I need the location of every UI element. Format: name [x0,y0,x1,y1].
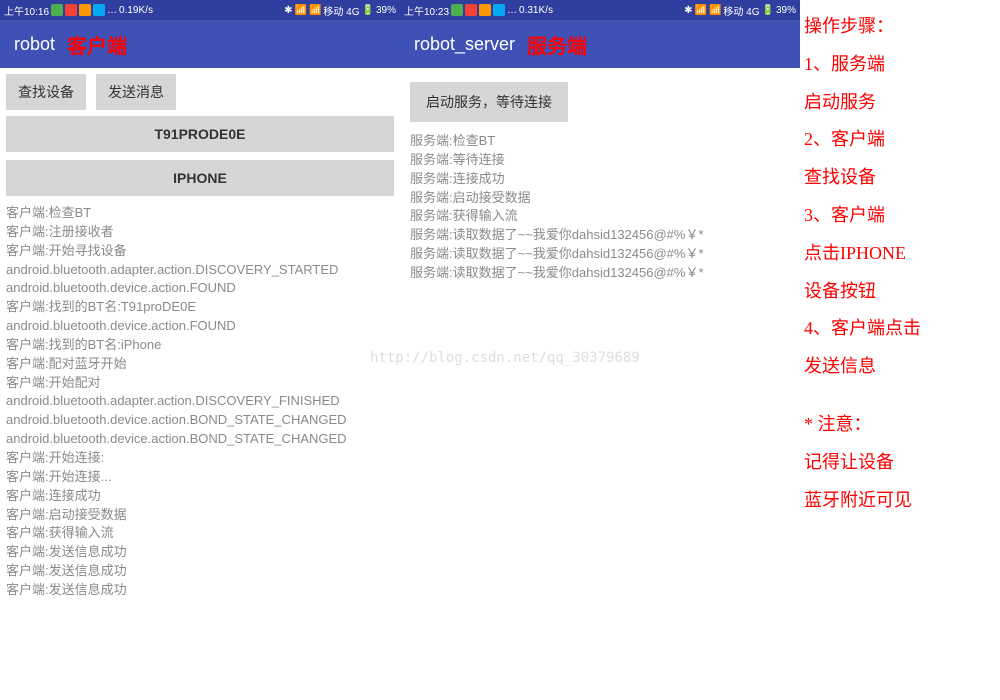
log-line: android.bluetooth.adapter.action.DISCOVE… [6,392,394,411]
log-line: 客户端:启动接受数据 [6,506,394,525]
log-line: android.bluetooth.device.action.BOND_STA… [6,411,394,430]
log-line: 服务端:连接成功 [410,170,790,189]
app-icon [79,4,91,16]
log-line: 客户端:获得输入流 [6,524,394,543]
client-label: 客户端 [67,30,127,59]
server-titlebar: robot_server 服务端 [400,20,800,68]
client-content: 查找设备 发送消息 T91PRODE0E IPHONE 客户端:检查BT 客户端… [0,68,400,700]
note-line: 蓝牙附近可见 [804,482,996,520]
log-line: 客户端:连接成功 [6,487,394,506]
server-net: 移动 4G [723,3,759,18]
log-line: android.bluetooth.device.action.BOND_STA… [6,430,394,449]
note-title: * 注意： [804,406,996,444]
client-net: 移动 4G [323,3,359,18]
server-speed: 0.31K/s [519,5,553,16]
server-phone: 上午10:23 … 0.31K/s ✱ 📶 📶 移动 4G 🔋 39% robo… [400,0,800,700]
signal-icon: 📶 [709,5,721,16]
app-icon [93,4,105,16]
step-line: 设备按钮 [804,273,996,311]
bluetooth-icon: ✱ [684,5,692,16]
server-title: robot_server [414,34,515,55]
step-line: 点击IPHONE [804,235,996,273]
server-statusbar: 上午10:23 … 0.31K/s ✱ 📶 📶 移动 4G 🔋 39% [400,0,800,20]
log-line: 客户端:开始连接: [6,449,394,468]
step-line: 查找设备 [804,159,996,197]
app-icon [465,4,477,16]
log-line: 服务端:检查BT [410,132,790,151]
log-line: 客户端:发送信息成功 [6,562,394,581]
log-line: 服务端:读取数据了~~我爱你dahsid132456@#%￥* [410,226,790,245]
log-line: 服务端:启动接受数据 [410,189,790,208]
log-line: 服务端:读取数据了~~我爱你dahsid132456@#%￥* [410,245,790,264]
log-line: 客户端:检查BT [6,204,394,223]
server-time: 上午10:23 [404,3,449,18]
log-line: 客户端:开始寻找设备 [6,242,394,261]
instructions-panel: 操作步骤： 1、服务端 启动服务 2、客户端 查找设备 3、客户端 点击IPHO… [800,0,1000,700]
signal-icon: 📶 [309,5,321,16]
more-icon: … [107,5,117,16]
step-line: 4、客户端点击 [804,310,996,348]
log-line: 客户端:找到的BT名:iPhone [6,336,394,355]
log-line: 服务端:读取数据了~~我爱你dahsid132456@#%￥* [410,264,790,283]
send-message-button[interactable]: 发送消息 [96,74,176,110]
client-phone: 上午10:16 … 0.19K/s ✱ 📶 📶 移动 4G 🔋 39% robo… [0,0,400,700]
log-line: 客户端:发送信息成功 [6,543,394,562]
device-iphone-button[interactable]: IPHONE [6,160,394,196]
app-icon [493,4,505,16]
log-line: 服务端:等待连接 [410,151,790,170]
app-icon [65,4,77,16]
app-icon [479,4,491,16]
instructions-title: 操作步骤： [804,8,996,46]
client-time: 上午10:16 [4,3,49,18]
step-line: 1、服务端 [804,46,996,84]
step-line: 发送信息 [804,348,996,386]
client-title: robot [14,34,55,55]
server-log-list: 服务端:检查BT 服务端:等待连接 服务端:连接成功 服务端:启动接受数据 服务… [410,132,790,283]
log-line: 客户端:配对蓝牙开始 [6,355,394,374]
bluetooth-icon: ✱ [284,5,292,16]
client-statusbar: 上午10:16 … 0.19K/s ✱ 📶 📶 移动 4G 🔋 39% [0,0,400,20]
client-titlebar: robot 客户端 [0,20,400,68]
log-line: android.bluetooth.adapter.action.DISCOVE… [6,261,394,280]
device-t91-button[interactable]: T91PRODE0E [6,116,394,152]
server-label: 服务端 [527,30,587,59]
start-service-button[interactable]: 启动服务，等待连接 [410,82,568,122]
app-icon [451,4,463,16]
log-line: 服务端:获得输入流 [410,207,790,226]
client-battery: 39% [376,5,396,16]
log-line: android.bluetooth.device.action.FOUND [6,317,394,336]
log-line: 客户端:发送信息成功 [6,581,394,600]
more-icon: … [507,5,517,16]
log-line: 客户端:开始配对 [6,374,394,393]
server-content: 启动服务，等待连接 服务端:检查BT 服务端:等待连接 服务端:连接成功 服务端… [400,68,800,289]
client-speed: 0.19K/s [119,5,153,16]
server-battery: 39% [776,5,796,16]
battery-icon: 🔋 [362,5,374,16]
wifi-icon: 📶 [295,5,307,16]
log-line: 客户端:开始连接... [6,468,394,487]
find-device-button[interactable]: 查找设备 [6,74,86,110]
client-log-list: 客户端:检查BT 客户端:注册接收者 客户端:开始寻找设备 android.bl… [6,204,394,600]
wifi-icon: 📶 [695,5,707,16]
note-line: 记得让设备 [804,444,996,482]
step-line: 3、客户端 [804,197,996,235]
log-line: android.bluetooth.device.action.FOUND [6,279,394,298]
step-line: 启动服务 [804,84,996,122]
step-line: 2、客户端 [804,121,996,159]
log-line: 客户端:注册接收者 [6,223,394,242]
battery-icon: 🔋 [762,5,774,16]
app-icon [51,4,63,16]
log-line: 客户端:找到的BT名:T91proDE0E [6,298,394,317]
